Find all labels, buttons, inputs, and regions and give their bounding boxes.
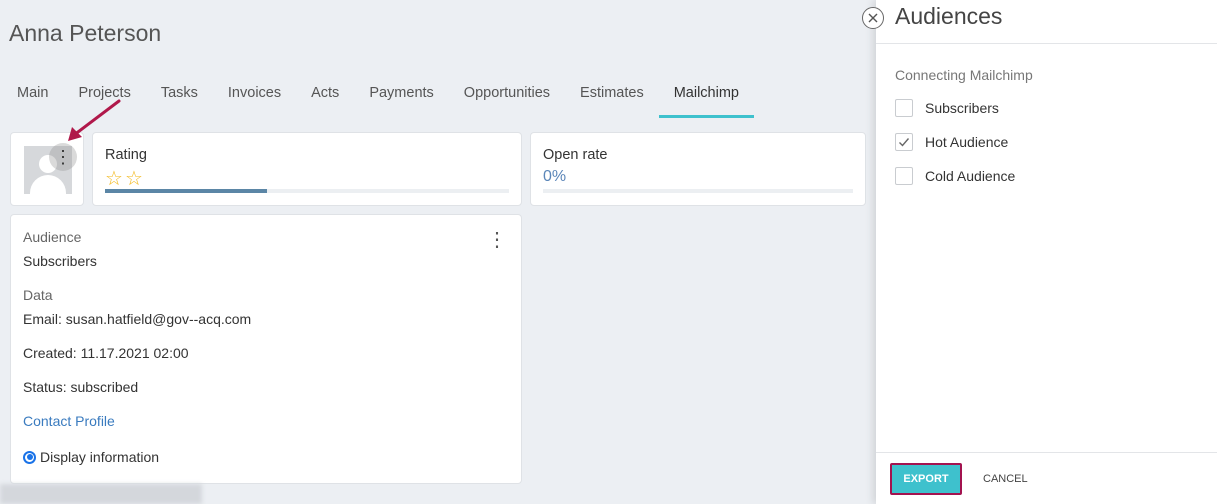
tab-main[interactable]: Main	[17, 80, 48, 118]
tab-opportunities[interactable]: Opportunities	[464, 80, 550, 118]
option-label: Cold Audience	[925, 168, 1016, 184]
tab-estimates[interactable]: Estimates	[580, 80, 644, 118]
open-rate-progress-track	[543, 189, 853, 193]
rating-progress-fill	[105, 189, 267, 193]
page-title: Anna Peterson	[9, 20, 162, 46]
more-vertical-icon[interactable]: ⋮	[487, 230, 507, 250]
rating-card: Rating ☆☆	[92, 132, 522, 206]
option-label: Hot Audience	[925, 134, 1009, 150]
display-information-label: Display information	[40, 449, 160, 465]
close-panel-button[interactable]	[862, 7, 884, 29]
option-cold-audience[interactable]: Cold Audience	[895, 167, 1015, 185]
option-hot-audience[interactable]: Hot Audience	[895, 133, 1008, 151]
section-label: Connecting Mailchimp	[895, 67, 1033, 83]
open-rate-card: Open rate 0%	[530, 132, 866, 206]
checkbox-unchecked[interactable]	[895, 99, 913, 117]
star-outline-icon[interactable]: ☆	[125, 168, 145, 190]
checkbox-checked[interactable]	[895, 133, 913, 151]
cancel-button[interactable]: CANCEL	[976, 463, 1035, 495]
contact-page: Anna Peterson Main Projects Tasks Invoic…	[0, 0, 876, 504]
rating-label: Rating	[105, 147, 147, 163]
tab-payments[interactable]: Payments	[369, 80, 433, 118]
display-information-radio[interactable]: Display information	[23, 449, 159, 465]
option-subscribers[interactable]: Subscribers	[895, 99, 999, 117]
tab-acts[interactable]: Acts	[311, 80, 339, 118]
contact-profile-link[interactable]: Contact Profile	[23, 413, 115, 429]
close-icon	[868, 13, 878, 23]
data-label: Data	[23, 287, 53, 303]
export-button[interactable]: EXPORT	[890, 463, 962, 495]
star-outline-icon[interactable]: ☆	[105, 168, 125, 190]
avatar-body-shape	[30, 175, 66, 194]
radio-selected-icon[interactable]	[23, 450, 36, 464]
rating-stars[interactable]: ☆☆	[105, 166, 145, 191]
audiences-panel: Audiences Connecting Mailchimp Subscribe…	[876, 0, 1217, 504]
checkbox-unchecked[interactable]	[895, 167, 913, 185]
status-text: Status: subscribed	[23, 379, 139, 395]
audience-card: ⋮ Audience Subscribers Data Email: susan…	[10, 214, 522, 484]
open-rate-value: 0%	[543, 168, 567, 185]
checkmark-icon	[899, 138, 910, 147]
created-text: Created: 11.17.2021 02:00	[23, 345, 189, 361]
panel-footer: EXPORT CANCEL	[876, 452, 1217, 504]
panel-title: Audiences	[895, 3, 1003, 29]
audience-value: Subscribers	[23, 253, 97, 269]
open-rate-label: Open rate	[543, 147, 608, 163]
tab-invoices[interactable]: Invoices	[228, 80, 281, 118]
blurred-footer-area	[0, 484, 202, 504]
option-label: Subscribers	[925, 100, 999, 116]
email-text: Email: susan.hatfield@gov--acq.com	[23, 311, 252, 327]
audience-label: Audience	[23, 229, 82, 245]
rating-progress-track	[105, 189, 509, 193]
tab-mailchimp[interactable]: Mailchimp	[658, 80, 755, 118]
tab-tasks[interactable]: Tasks	[161, 80, 198, 118]
panel-divider	[876, 43, 1217, 44]
